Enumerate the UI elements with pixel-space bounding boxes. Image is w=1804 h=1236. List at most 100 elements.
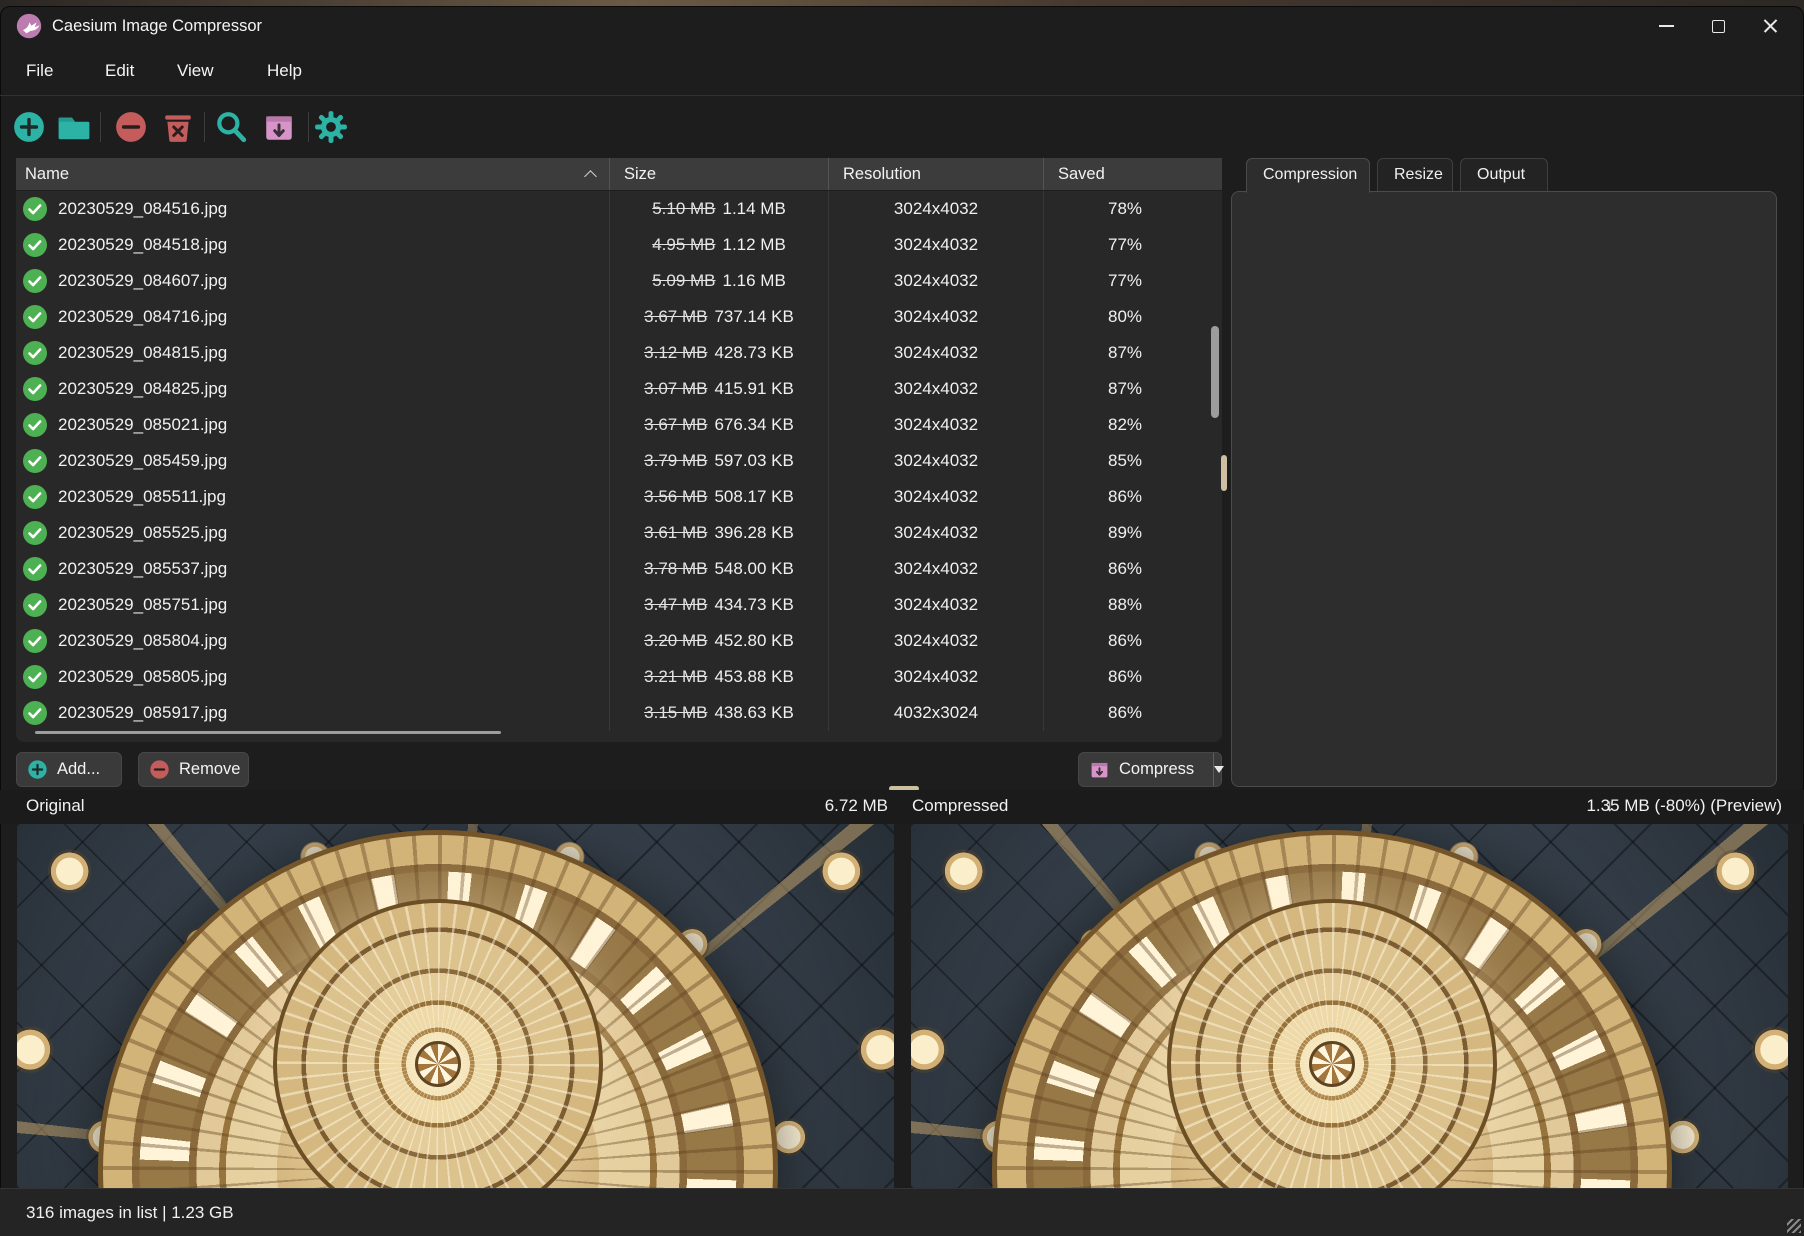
resolution: 3024x4032 — [894, 199, 978, 219]
status-check-icon — [22, 520, 48, 546]
compressed-size: 438.63 KB — [714, 703, 793, 723]
saved-percent: 85% — [1108, 451, 1142, 471]
table-horizontal-scrollbar[interactable] — [35, 731, 501, 734]
table-row[interactable]: 20230529_085021.jpg 3.67 MB 676.34 KB 30… — [16, 407, 1222, 443]
table-row[interactable]: 20230529_084516.jpg 5.10 MB 1.14 MB 3024… — [16, 191, 1222, 227]
compressed-preview-image[interactable] — [911, 824, 1788, 1188]
table-row[interactable]: 20230529_084518.jpg 4.95 MB 1.12 MB 3024… — [16, 227, 1222, 263]
table-row[interactable]: 20230529_085459.jpg 3.79 MB 597.03 KB 30… — [16, 443, 1222, 479]
compressed-size: 396.28 KB — [714, 523, 793, 543]
table-row[interactable]: 20230529_085525.jpg 3.61 MB 396.28 KB 30… — [16, 515, 1222, 551]
compress-options-dropdown[interactable] — [1213, 753, 1224, 786]
minimize-button[interactable] — [1640, 6, 1692, 46]
file-name: 20230529_085917.jpg — [58, 703, 227, 723]
tab-output[interactable]: Output — [1460, 158, 1548, 192]
tab-resize[interactable]: Resize — [1377, 158, 1453, 192]
original-label: Original — [26, 796, 85, 816]
menu-help[interactable]: Help — [258, 56, 311, 86]
menu-edit[interactable]: Edit — [96, 56, 143, 86]
settings-button[interactable] — [312, 108, 350, 146]
chandelier-center — [415, 1041, 461, 1087]
title-bar: Caesium Image Compressor — [0, 6, 1804, 46]
vertical-splitter-handle[interactable] — [1221, 455, 1227, 491]
settings-gear-icon — [314, 110, 348, 144]
original-size: 3.79 MB — [644, 451, 707, 471]
file-name: 20230529_085525.jpg — [58, 523, 227, 543]
original-size: 3.56 MB — [644, 487, 707, 507]
compress-button[interactable]: Compress — [1078, 752, 1222, 787]
status-text: 316 images in list | 1.23 GB — [26, 1203, 234, 1223]
magnifier-icon — [214, 110, 248, 144]
file-name: 20230529_085537.jpg — [58, 559, 227, 579]
menu-file[interactable]: File — [17, 56, 62, 86]
file-name: 20230529_085804.jpg — [58, 631, 227, 651]
compressed-size: 428.73 KB — [714, 343, 793, 363]
add-button[interactable]: Add... — [16, 752, 122, 787]
original-size: 3.07 MB — [644, 379, 707, 399]
resize-grip[interactable] — [1787, 1219, 1801, 1233]
resolution: 3024x4032 — [894, 631, 978, 651]
original-size: 3.12 MB — [644, 343, 707, 363]
resolution: 3024x4032 — [894, 271, 978, 291]
file-name: 20230529_084607.jpg — [58, 271, 227, 291]
original-size: 3.67 MB — [644, 415, 707, 435]
compress-icon — [262, 110, 296, 144]
minimize-icon — [1659, 25, 1674, 27]
sort-ascending-icon — [584, 170, 597, 183]
tab-compression[interactable]: Compression — [1246, 158, 1370, 193]
resolution: 3024x4032 — [894, 343, 978, 363]
status-check-icon — [22, 376, 48, 402]
saved-percent: 86% — [1108, 559, 1142, 579]
preview-button[interactable] — [212, 108, 250, 146]
table-vertical-scrollbar[interactable] — [1211, 326, 1219, 418]
table-row[interactable]: 20230529_084825.jpg 3.07 MB 415.91 KB 30… — [16, 371, 1222, 407]
table-row[interactable]: 20230529_084815.jpg 3.12 MB 428.73 KB 30… — [16, 335, 1222, 371]
menu-view[interactable]: View — [168, 56, 223, 86]
compressed-label: Compressed — [912, 796, 1008, 816]
compressed-size: 1.14 MB — [723, 199, 786, 219]
resolution: 4032x3024 — [894, 703, 978, 723]
close-icon — [1763, 19, 1778, 34]
resolution: 3024x4032 — [894, 235, 978, 255]
status-check-icon — [22, 412, 48, 438]
column-header-name[interactable]: Name — [16, 158, 610, 190]
original-preview-image[interactable] — [17, 824, 894, 1188]
column-header-saved[interactable]: Saved — [1044, 158, 1222, 190]
compression-panel — [1231, 191, 1777, 787]
table-row[interactable]: 20230529_085511.jpg 3.56 MB 508.17 KB 30… — [16, 479, 1222, 515]
close-button[interactable] — [1744, 6, 1796, 46]
status-check-icon — [22, 232, 48, 258]
table-body: 20230529_084516.jpg 5.10 MB 1.14 MB 3024… — [16, 191, 1222, 731]
status-check-icon — [22, 196, 48, 222]
compressed-size: 508.17 KB — [714, 487, 793, 507]
table-row[interactable]: 20230529_085537.jpg 3.78 MB 548.00 KB 30… — [16, 551, 1222, 587]
remove-image-button[interactable] — [112, 108, 150, 146]
file-name: 20230529_084716.jpg — [58, 307, 227, 327]
table-row[interactable]: 20230529_085804.jpg 3.20 MB 452.80 KB 30… — [16, 623, 1222, 659]
remove-button-label: Remove — [179, 760, 240, 779]
table-row[interactable]: 20230529_085805.jpg 3.21 MB 453.88 KB 30… — [16, 659, 1222, 695]
remove-button[interactable]: Remove — [138, 752, 249, 787]
status-check-icon — [22, 628, 48, 654]
clear-list-button[interactable] — [159, 108, 197, 146]
table-row[interactable]: 20230529_084607.jpg 5.09 MB 1.16 MB 3024… — [16, 263, 1222, 299]
original-size: 3.67 MB — [644, 307, 707, 327]
column-header-resolution[interactable]: Resolution — [829, 158, 1044, 190]
remove-icon — [114, 110, 148, 144]
column-header-size[interactable]: Size — [610, 158, 829, 190]
add-images-button[interactable] — [10, 108, 48, 146]
maximize-button[interactable] — [1692, 6, 1744, 46]
table-row[interactable]: 20230529_085751.jpg 3.47 MB 434.73 KB 30… — [16, 587, 1222, 623]
file-name: 20230529_085511.jpg — [58, 487, 226, 507]
file-name: 20230529_085459.jpg — [58, 451, 227, 471]
table-row[interactable]: 20230529_084716.jpg 3.67 MB 737.14 KB 30… — [16, 299, 1222, 335]
add-folder-button[interactable] — [55, 108, 93, 146]
toolbar — [0, 95, 1804, 157]
saved-percent: 80% — [1108, 307, 1142, 327]
table-row[interactable]: 20230529_085917.jpg 3.15 MB 438.63 KB 40… — [16, 695, 1222, 731]
tab-label: Resize — [1394, 166, 1443, 183]
saved-percent: 86% — [1108, 487, 1142, 507]
compress-toolbar-button[interactable] — [260, 108, 298, 146]
compressed-size-info: 1.35 MB (-80%) (Preview) — [1586, 796, 1782, 816]
compress-button-main[interactable]: Compress — [1079, 753, 1204, 786]
